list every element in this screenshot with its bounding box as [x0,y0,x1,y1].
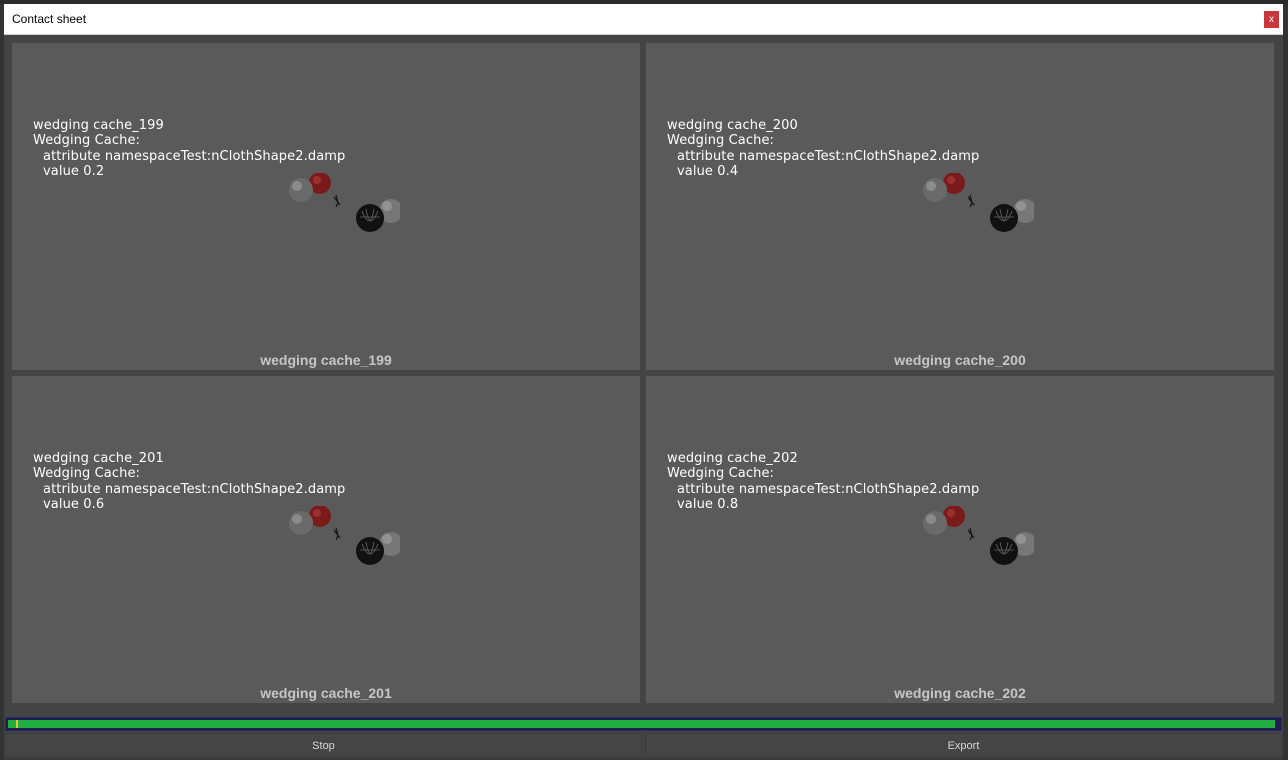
thumbnail-caption: wedging cache_202 [894,685,1026,701]
thumbnail-cell[interactable]: wedging cache_199 Wedging Cache: attribu… [12,43,640,370]
stop-button[interactable]: Stop [5,733,642,757]
close-button[interactable]: x [1264,11,1279,28]
thumbnail-caption: wedging cache_199 [260,352,392,368]
hud-line: attribute namespaceTest:nClothShape2.dam… [677,481,980,497]
thumbnail-cell[interactable]: wedging cache_202 Wedging Cache: attribu… [646,376,1274,703]
hud-overlay: wedging cache_199 Wedging Cache: attribu… [33,118,345,180]
progress-marker [16,720,18,728]
host-app-right-edge [1283,4,1288,760]
progress-fill [8,720,1275,728]
hud-line: wedging cache_201 [33,451,164,466]
hud-line: Wedging Cache: [33,133,141,149]
thumbnail-cell[interactable]: wedging cache_201 Wedging Cache: attribu… [12,376,640,703]
hud-overlay: wedging cache_200 Wedging Cache: attribu… [667,118,979,180]
hud-overlay: wedging cache_201 Wedging Cache: attribu… [33,451,345,513]
hud-line: Wedging Cache: [667,466,775,482]
hud-overlay: wedging cache_202 Wedging Cache: attribu… [667,451,979,513]
window-title: Contact sheet [12,12,87,26]
button-row: Stop Export [5,733,1282,757]
hud-line: wedging cache_202 [667,451,798,466]
hud-line: Wedging Cache: [667,133,775,149]
hud-line: wedging cache_200 [667,118,798,133]
hud-line: attribute namespaceTest:nClothShape2.dam… [677,148,980,164]
scene-render [289,173,400,232]
hud-line: attribute namespaceTest:nClothShape2.dam… [43,148,346,164]
hud-line: Wedging Cache: [33,466,141,482]
titlebar: Contact sheet x [4,4,1283,35]
scene-render [923,506,1034,565]
thumbnail-cell[interactable]: wedging cache_200 Wedging Cache: attribu… [646,43,1274,370]
scene-render [923,173,1034,232]
progress-bar [5,717,1282,731]
export-button[interactable]: Export [645,733,1282,757]
contact-sheet-grid: wedging cache_199 Wedging Cache: attribu… [12,43,1280,705]
thumbnail-caption: wedging cache_201 [260,685,392,701]
hud-line: attribute namespaceTest:nClothShape2.dam… [43,481,346,497]
scene-render [289,506,400,565]
thumbnail-caption: wedging cache_200 [894,352,1026,368]
contact-sheet-dialog: Contact sheet x wedging cache_199 Wedgin… [4,4,1283,758]
hud-line: wedging cache_199 [33,118,164,133]
